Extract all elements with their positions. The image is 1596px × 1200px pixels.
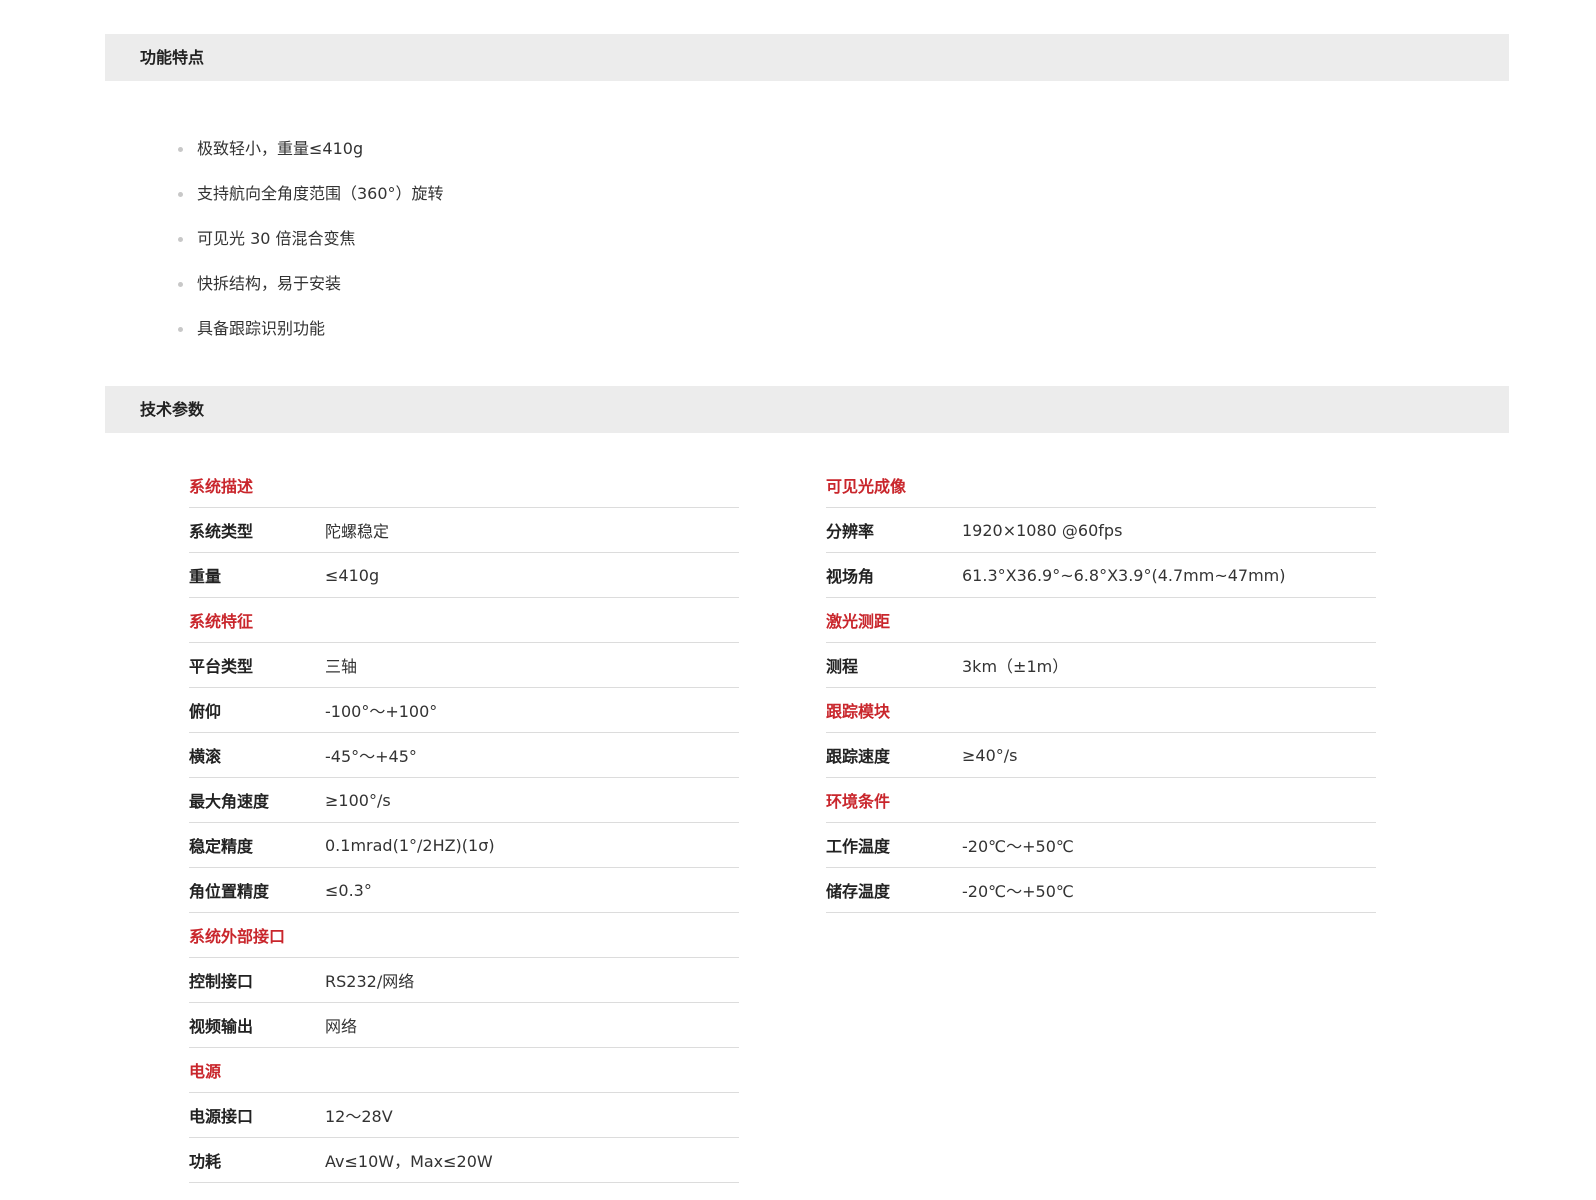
- spec-label: 电源接口: [189, 1107, 254, 1126]
- spec-label: 横滚: [189, 747, 222, 766]
- spec-value: 12～28V: [325, 1107, 393, 1126]
- bullet-icon: [178, 282, 183, 287]
- spec-row: 视场角 61.3°X36.9°~6.8°X3.9°(4.7mm~47mm): [826, 553, 1376, 598]
- spec-category-title: 激光测距: [826, 598, 1376, 643]
- feature-text: 可见光 30 倍混合变焦: [197, 229, 356, 248]
- spec-category-title: 跟踪模块: [826, 688, 1376, 733]
- spec-label: 平台类型: [189, 657, 254, 676]
- feature-text: 快拆结构，易于安装: [197, 274, 342, 293]
- spec-value: 三轴: [325, 657, 358, 676]
- specs-section-header: 技术参数: [105, 386, 1509, 433]
- features-section-header: 功能特点: [105, 34, 1509, 81]
- spec-value: 61.3°X36.9°~6.8°X3.9°(4.7mm~47mm): [962, 565, 1286, 585]
- feature-text: 支持航向全角度范围（360°）旋转: [197, 184, 444, 203]
- spec-value: -100°～+100°: [325, 702, 438, 721]
- spec-row: 分辨率 1920×1080 @60fps: [826, 508, 1376, 553]
- bullet-icon: [178, 192, 183, 197]
- spec-label: 视频输出: [189, 1017, 254, 1036]
- spec-category-title: 系统外部接口: [189, 913, 739, 958]
- spec-row: 系统类型 陀螺稳定: [189, 508, 739, 553]
- feature-item: 具备跟踪识别功能: [178, 313, 444, 358]
- features-list: 极致轻小，重量≤410g 支持航向全角度范围（360°）旋转 可见光 30 倍混合变…: [178, 133, 444, 358]
- spec-label: 稳定精度: [189, 837, 254, 856]
- spec-value: -20℃～+50℃: [962, 882, 1074, 901]
- spec-label: 最大角速度: [189, 792, 270, 811]
- spec-row: 测程 3km（±1m）: [826, 643, 1376, 688]
- spec-row: 跟踪速度 ≥40°/s: [826, 733, 1376, 778]
- spec-label: 测程: [826, 657, 859, 676]
- spec-row: 平台类型 三轴: [189, 643, 739, 688]
- spec-category-title: 环境条件: [826, 778, 1376, 823]
- spec-label: 储存温度: [826, 882, 891, 901]
- spec-value: 陀螺稳定: [325, 522, 390, 541]
- spec-label: 重量: [189, 567, 222, 586]
- spec-row: 视频输出 网络: [189, 1003, 739, 1048]
- feature-item: 支持航向全角度范围（360°）旋转: [178, 178, 444, 223]
- spec-row: 工作温度 -20℃～+50℃: [826, 823, 1376, 868]
- specs-left-column: 系统描述系统类型 陀螺稳定重量 ≤410g 系统特征平台类型 三轴俯仰 -100°～+10…: [189, 463, 739, 1183]
- spec-row: 最大角速度 ≥100°/s: [189, 778, 739, 823]
- spec-row: 功耗 Av≤10W，Max≤20W: [189, 1138, 739, 1183]
- spec-row: 重量 ≤410g: [189, 553, 739, 598]
- spec-row: 稳定精度 0.1mrad(1°/2HZ)(1σ): [189, 823, 739, 868]
- spec-category-title: 系统描述: [189, 463, 739, 508]
- spec-row: 储存温度 -20℃～+50℃: [826, 868, 1376, 913]
- spec-value: RS232/网络: [325, 972, 415, 991]
- spec-label: 功耗: [189, 1152, 222, 1171]
- spec-row: 横滚 -45°～+45°: [189, 733, 739, 778]
- spec-label: 视场角: [826, 567, 875, 586]
- spec-label: 系统类型: [189, 522, 254, 541]
- bullet-icon: [178, 147, 183, 152]
- spec-label: 控制接口: [189, 972, 254, 991]
- spec-label: 工作温度: [826, 837, 891, 856]
- spec-label: 分辨率: [826, 522, 875, 541]
- spec-value: ≥100°/s: [325, 790, 391, 810]
- feature-item: 可见光 30 倍混合变焦: [178, 223, 444, 268]
- spec-category-title: 电源: [189, 1048, 739, 1093]
- spec-value: ≥40°/s: [962, 745, 1018, 765]
- spec-row: 俯仰 -100°～+100°: [189, 688, 739, 733]
- spec-value: 0.1mrad(1°/2HZ)(1σ): [325, 835, 495, 855]
- spec-row: 电源接口 12～28V: [189, 1093, 739, 1138]
- spec-value: -20℃～+50℃: [962, 837, 1074, 856]
- feature-item: 极致轻小，重量≤410g: [178, 133, 444, 178]
- spec-value: 网络: [325, 1017, 358, 1036]
- spec-label: 俯仰: [189, 702, 222, 721]
- spec-category-title: 系统特征: [189, 598, 739, 643]
- spec-row: 控制接口 RS232/网络: [189, 958, 739, 1003]
- feature-text: 具备跟踪识别功能: [197, 319, 326, 338]
- spec-value: 3km（±1m）: [962, 657, 1069, 676]
- bullet-icon: [178, 237, 183, 242]
- spec-label: 跟踪速度: [826, 747, 891, 766]
- spec-row: 角位置精度 ≤0.3°: [189, 868, 739, 913]
- spec-label: 角位置精度: [189, 882, 270, 901]
- spec-value: ≤0.3°: [325, 880, 372, 900]
- feature-text: 极致轻小，重量≤410g: [197, 139, 364, 158]
- spec-value: 1920×1080 @60fps: [962, 520, 1123, 540]
- spec-category-title: 可见光成像: [826, 463, 1376, 508]
- spec-value: -45°～+45°: [325, 747, 417, 766]
- spec-value: Av≤10W，Max≤20W: [325, 1152, 493, 1171]
- specs-right-column: 可见光成像分辨率 1920×1080 @60fps 视场角 61.3°X36.9°~6…: [826, 463, 1376, 913]
- feature-item: 快拆结构，易于安装: [178, 268, 444, 313]
- bullet-icon: [178, 327, 183, 332]
- spec-value: ≤410g: [325, 565, 380, 585]
